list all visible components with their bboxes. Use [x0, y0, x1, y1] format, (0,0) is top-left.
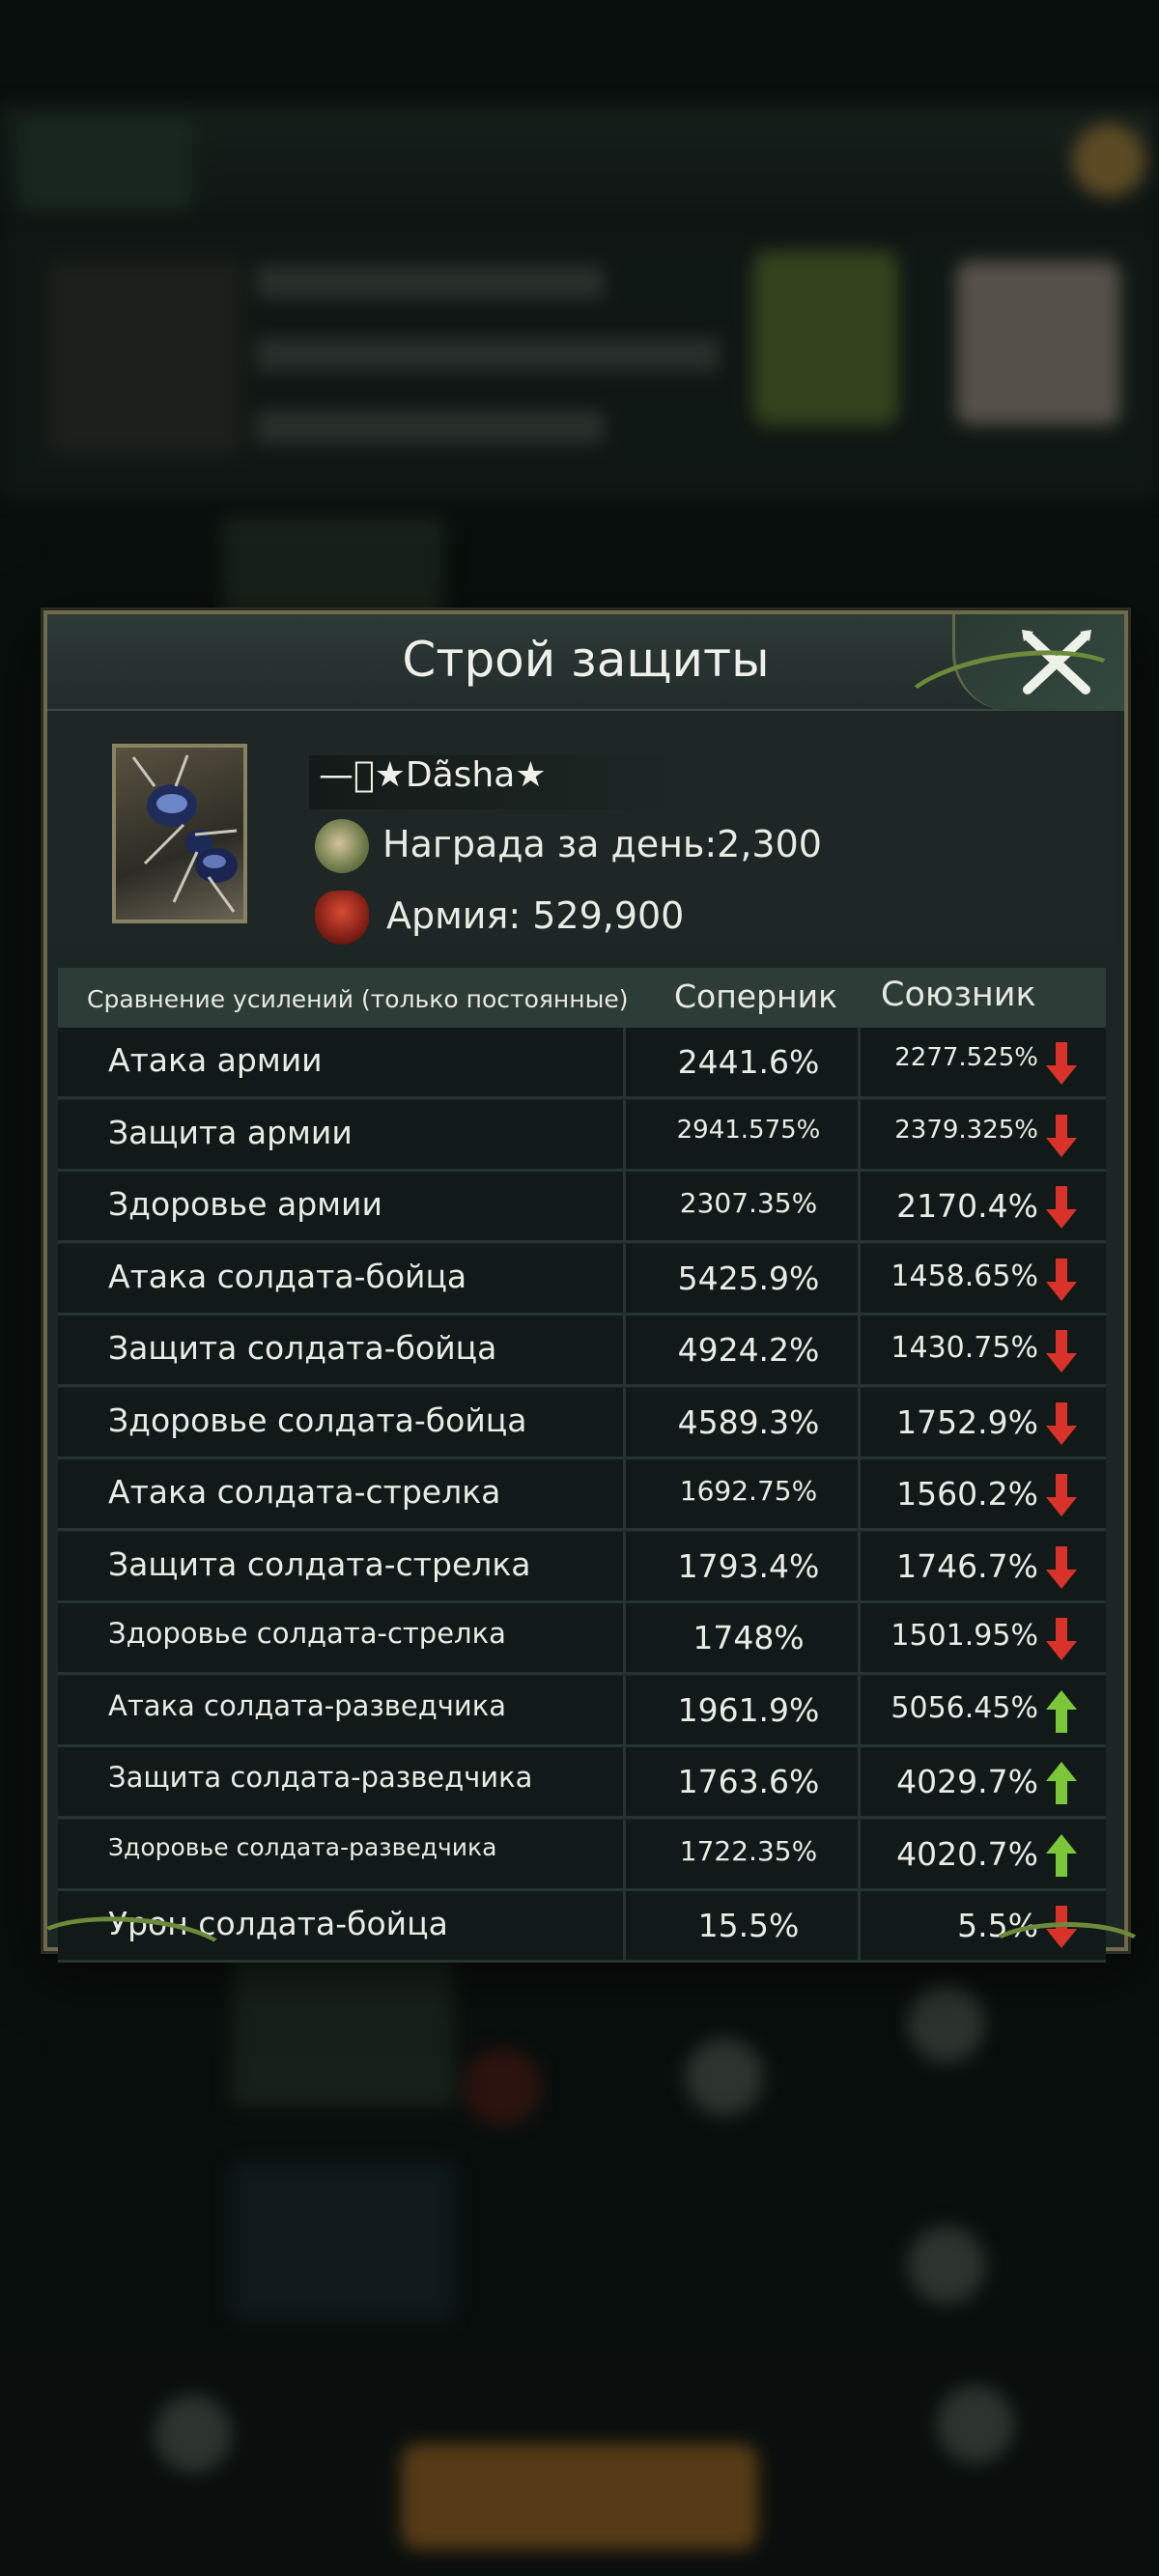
reward-icon	[315, 819, 369, 873]
column-divider	[623, 1028, 626, 1096]
row-label: Здоровье армии	[108, 1185, 382, 1223]
table-row: Защита солдата-бойца 4924.2% 1430.75%	[58, 1316, 1106, 1387]
column-divider	[858, 1243, 861, 1313]
ally-value: 1458.65%	[890, 1259, 1038, 1293]
column-divider	[623, 1459, 626, 1528]
column-header-rival: Соперник	[674, 977, 838, 1015]
row-label: Атака солдата-стрелка	[108, 1473, 501, 1511]
army-size: Армия: 529,900	[386, 894, 685, 937]
column-divider	[623, 1243, 626, 1313]
ally-value: 2379.325%	[894, 1115, 1038, 1145]
arrow-down-icon	[1046, 1618, 1077, 1660]
row-label: Здоровье солдата-бойца	[108, 1401, 527, 1439]
arrow-up-icon	[1046, 1762, 1077, 1804]
comparison-table-header: Сравнение усилений (только постоянные) С…	[58, 968, 1106, 1035]
column-divider	[623, 1316, 626, 1384]
column-divider	[623, 1747, 626, 1816]
row-label: Атака армии	[108, 1041, 323, 1079]
column-divider	[858, 1891, 861, 1960]
row-label: Защита армии	[108, 1113, 353, 1151]
arrow-down-icon	[1046, 1401, 1077, 1445]
row-label: Атака солдата-бойца	[108, 1257, 467, 1295]
rival-value: 5425.9%	[677, 1259, 820, 1297]
column-divider	[858, 1819, 861, 1888]
player-name: —⃟★Dãsha★	[319, 755, 547, 795]
column-header-ally: Союзник	[881, 976, 1036, 1014]
ally-value: 1560.2%	[896, 1475, 1038, 1513]
arrow-down-icon	[1046, 1330, 1077, 1373]
rival-value: 1793.4%	[677, 1546, 820, 1585]
row-label: Здоровье солдата-стрелка	[108, 1617, 506, 1650]
ally-value: 4020.7%	[896, 1834, 1038, 1873]
column-divider	[858, 1603, 861, 1672]
column-divider	[623, 1531, 626, 1600]
table-row: Здоровье солдата-бойца 4589.3% 1752.9%	[58, 1387, 1106, 1459]
column-divider	[858, 1675, 861, 1744]
row-label: Атака солдата-разведчика	[108, 1688, 507, 1722]
ally-value: 1430.75%	[890, 1331, 1038, 1365]
column-divider	[858, 1172, 861, 1240]
row-label: Защита солдата-разведчика	[108, 1761, 533, 1794]
arrow-down-icon	[1046, 1545, 1077, 1589]
rival-value: 1961.9%	[677, 1690, 820, 1729]
ally-value: 5056.45%	[890, 1690, 1038, 1725]
table-row: Атака солдата-бойца 5425.9% 1458.65%	[58, 1243, 1106, 1316]
table-row: Атака армии 2441.6% 2277.525%	[58, 1028, 1106, 1099]
arrow-up-icon	[1046, 1689, 1077, 1733]
rival-value: 1763.6%	[677, 1763, 820, 1800]
ally-value: 2277.525%	[894, 1043, 1038, 1072]
ally-value: 2170.4%	[896, 1187, 1038, 1225]
player-avatar[interactable]	[112, 744, 247, 923]
rival-value: 4924.2%	[677, 1331, 820, 1369]
rival-value: 15.5%	[697, 1907, 800, 1944]
table-row: Здоровье армии 2307.35% 2170.4%	[58, 1172, 1106, 1243]
column-divider	[858, 1459, 861, 1528]
column-divider	[623, 1387, 626, 1457]
column-divider	[623, 1099, 626, 1169]
column-divider	[623, 1603, 626, 1672]
column-divider	[623, 1819, 626, 1888]
table-row: Атака солдата-разведчика 1961.9% 5056.45%	[58, 1675, 1106, 1747]
table-row: Защита солдата-стрелка 1793.4% 1746.7%	[58, 1531, 1106, 1603]
table-row: Защита солдата-разведчика 1763.6% 4029.7%	[58, 1747, 1106, 1819]
table-row: Атака солдата-стрелка 1692.75% 1560.2%	[58, 1459, 1106, 1531]
rival-value: 4589.3%	[677, 1402, 820, 1441]
table-row: Защита армии 2941.575% 2379.325%	[58, 1099, 1106, 1172]
arrow-down-icon	[1046, 1114, 1077, 1157]
table-row: Здоровье солдата-стрелка 1748% 1501.95%	[58, 1603, 1106, 1675]
ally-value: 1501.95%	[890, 1619, 1038, 1653]
daily-reward: Награда за день:2,300	[382, 823, 822, 865]
rival-value: 2941.575%	[676, 1115, 821, 1145]
column-divider	[858, 1316, 861, 1384]
arrow-down-icon	[1046, 1258, 1077, 1301]
table-row: Здоровье солдата-разведчика 1722.35% 4020.…	[58, 1819, 1106, 1891]
column-divider	[858, 1531, 861, 1600]
row-label: Здоровье солдата-разведчика	[108, 1832, 497, 1861]
column-divider	[623, 1891, 626, 1960]
rival-value: 2307.35%	[679, 1187, 818, 1219]
rival-value: 1748%	[693, 1619, 805, 1656]
rival-value: 1722.35%	[679, 1834, 818, 1867]
column-header-comparison: Сравнение усилений (только постоянные)	[87, 985, 629, 1013]
arrow-down-icon	[1046, 1042, 1077, 1085]
army-icon	[315, 891, 369, 945]
rival-value: 1692.75%	[679, 1475, 818, 1507]
arrow-down-icon	[1046, 1186, 1077, 1229]
ant-avatar	[131, 754, 238, 913]
arrow-down-icon	[1046, 1474, 1077, 1516]
arrow-up-icon	[1046, 1833, 1077, 1877]
rival-value: 2441.6%	[677, 1043, 820, 1081]
column-divider	[858, 1099, 861, 1169]
ally-value: 4029.7%	[896, 1763, 1038, 1800]
column-divider	[858, 1028, 861, 1096]
row-label: Защита солдата-стрелка	[108, 1544, 531, 1583]
column-divider	[623, 1172, 626, 1240]
ally-value: 1746.7%	[896, 1546, 1038, 1585]
vine-decoration	[985, 1922, 1149, 1980]
column-divider	[623, 1675, 626, 1744]
ally-value: 1752.9%	[896, 1402, 1038, 1441]
column-divider	[858, 1747, 861, 1816]
row-label: Защита солдата-бойца	[108, 1329, 497, 1367]
column-divider	[858, 1387, 861, 1457]
